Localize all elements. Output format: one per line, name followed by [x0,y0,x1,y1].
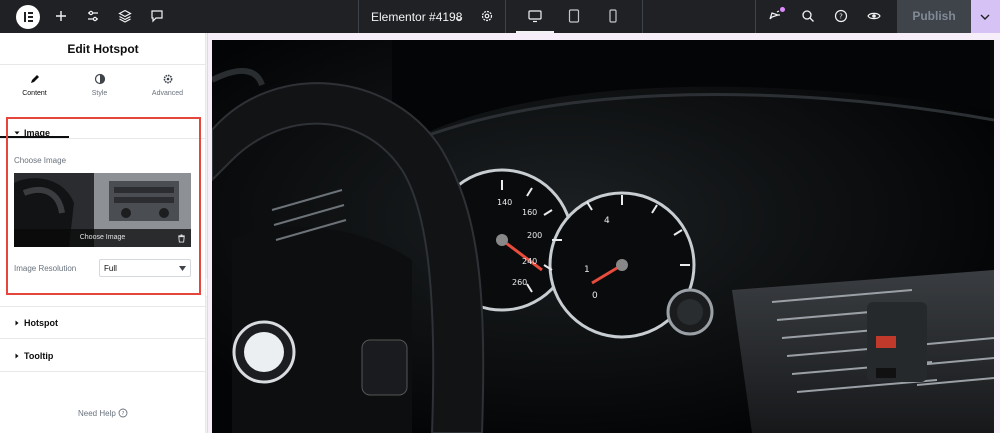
svg-text:240: 240 [522,257,537,266]
panel-title: Edit Hotspot [0,33,206,65]
caret-down-icon [179,266,186,271]
trash-icon[interactable] [177,234,186,243]
svg-text:1: 1 [584,265,590,275]
divider [0,306,206,307]
add-icon[interactable] [53,8,69,24]
tooltip-section-title[interactable]: Tooltip [24,351,53,361]
image-section-title[interactable]: Image [24,128,50,138]
svg-text:200: 200 [527,231,542,240]
mobile-icon[interactable] [594,0,632,33]
svg-text:160: 160 [522,208,537,217]
image-resolution-label: Image Resolution [14,264,77,273]
gear-icon[interactable] [479,8,495,24]
svg-text:4: 4 [604,216,610,226]
layers-icon[interactable] [117,8,133,24]
divider [642,0,643,33]
settings-sliders-icon[interactable] [85,8,101,24]
half-circle-icon [94,73,106,85]
divider [0,371,206,372]
divider [505,0,506,33]
svg-text:260: 260 [512,278,527,287]
tablet-icon[interactable] [555,0,593,33]
caret-right-icon[interactable] [14,320,20,326]
preview-eye-icon[interactable] [866,8,882,24]
gear-icon [163,74,173,84]
divider [358,0,359,33]
search-icon[interactable] [800,8,816,24]
hotspot-section-title[interactable]: Hotspot [24,318,58,328]
svg-text:?: ? [839,13,843,21]
divider [755,0,756,33]
svg-text:0: 0 [592,291,598,301]
publish-button[interactable]: Publish [897,0,971,33]
desktop-icon[interactable] [516,0,554,33]
help-icon[interactable]: ? [833,8,849,24]
chevron-down-icon [980,14,990,20]
comments-icon[interactable] [149,8,165,24]
choose-image-label: Choose Image [14,156,67,165]
caret-down-icon[interactable] [14,130,20,136]
pencil-icon [31,75,39,83]
car-dashboard-image: 140 160 200 240 260 4 1 0 [212,40,994,433]
tab-label: Content [22,90,47,97]
elementor-logo-icon[interactable] [16,5,40,29]
choose-image-button[interactable]: Choose Image [14,229,191,247]
hotspot-image[interactable]: 140 160 200 240 260 4 1 0 [212,40,994,433]
caret-right-icon[interactable] [14,353,20,359]
need-help-link[interactable]: Need Help [78,409,116,418]
tab-label: Advanced [151,90,184,97]
svg-text:140: 140 [497,198,512,207]
top-bar: Elementor #4198 ? Publish [0,0,1000,33]
divider [0,338,206,339]
image-resolution-value: Full [104,264,117,273]
svg-text:?: ? [122,411,125,417]
notification-dot [780,7,785,12]
document-title[interactable]: Elementor #4198 [371,10,462,24]
publish-options-button[interactable] [971,0,1000,33]
image-chooser[interactable]: Choose Image [14,173,191,247]
chevron-down-icon[interactable] [454,11,464,22]
image-resolution-select[interactable]: Full [99,259,191,277]
question-circle-icon[interactable]: ? [118,408,128,418]
tab-label: Style [91,90,108,97]
